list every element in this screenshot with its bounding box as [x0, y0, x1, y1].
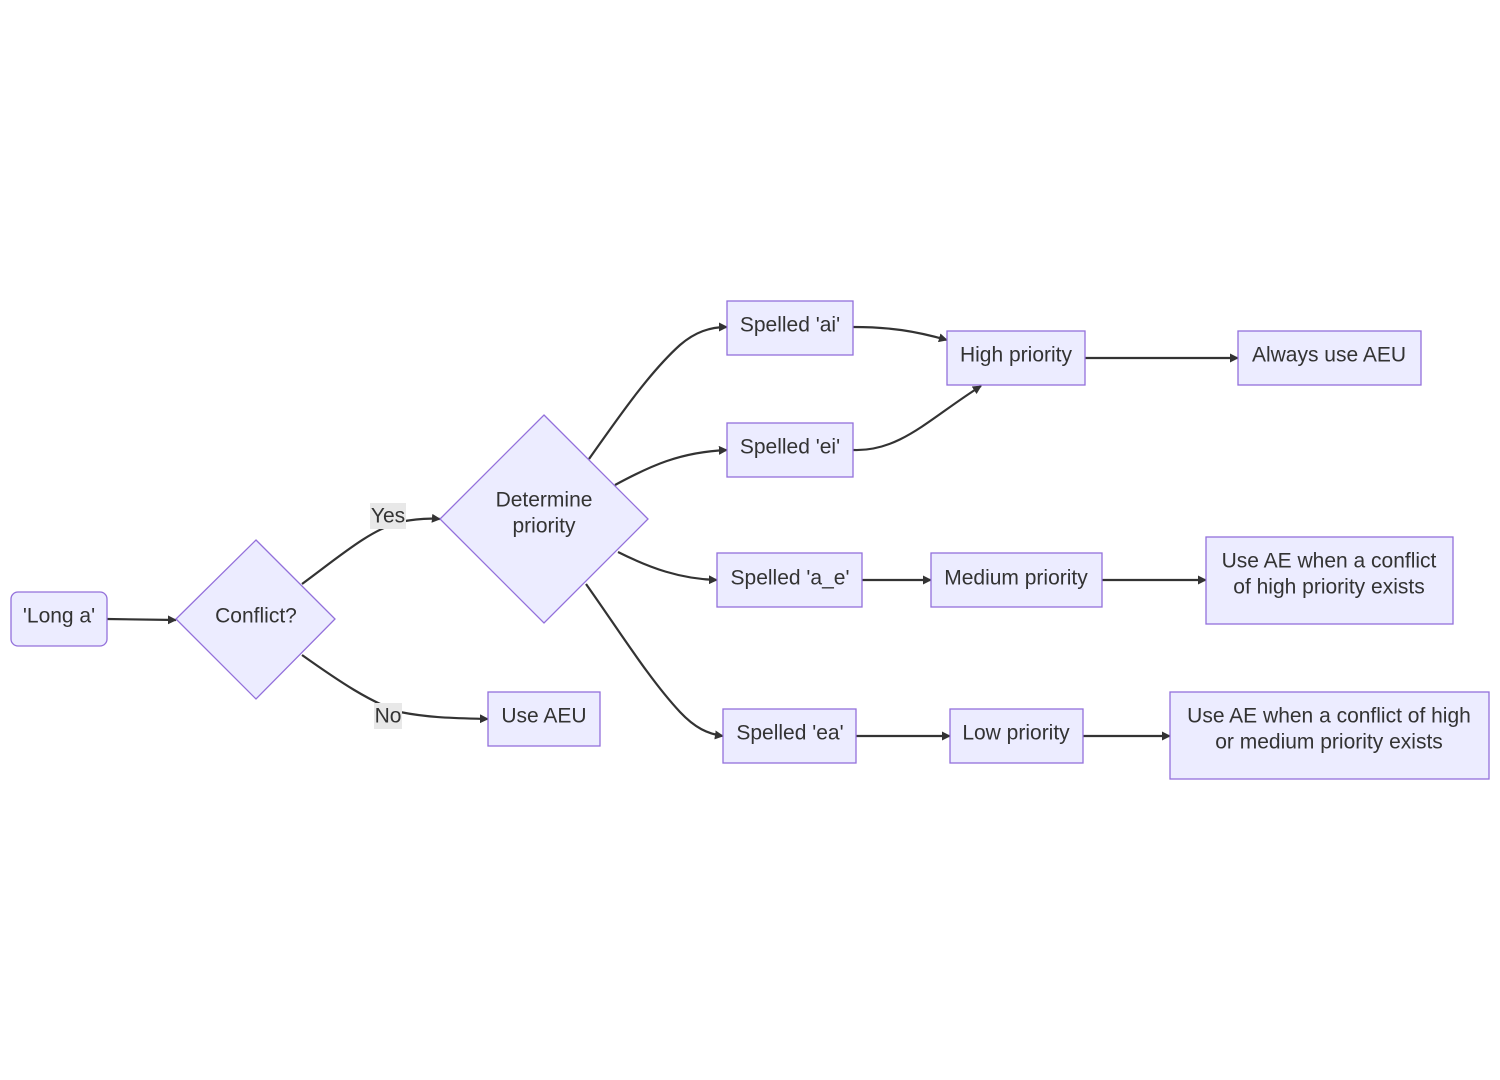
edge-determine-to-spelled-ea [585, 583, 724, 740]
node-conflict-label: Conflict? [215, 605, 297, 628]
node-low-priority-label: Low priority [962, 722, 1070, 745]
flowchart-canvas: Yes No 'Long a' Conflict? Determine prio… [10, 300, 1490, 780]
node-always-use-aeu[interactable]: Always use AEU [1237, 330, 1422, 386]
edge-label-yes-text: Yes [371, 505, 405, 528]
node-spelled-a-e-label: Spelled 'a_e' [731, 567, 850, 590]
node-high-priority[interactable]: High priority [946, 330, 1086, 386]
node-use-aeu[interactable]: Use AEU [487, 691, 601, 747]
node-medium-priority-label: Medium priority [944, 567, 1088, 590]
node-high-priority-label: High priority [960, 344, 1073, 367]
node-spelled-ea[interactable]: Spelled 'ea' [722, 708, 857, 764]
node-determine-priority-decision[interactable]: Determine priority [439, 414, 649, 624]
node-determine-label-line1: Determine [496, 489, 593, 512]
node-use-ae-high-label-line1: Use AE when a conflict [1222, 550, 1437, 573]
edge-label-no-text: No [375, 705, 402, 728]
edge-label-no: No [374, 703, 402, 729]
edge-determine-to-spelled-a-e [617, 551, 718, 585]
node-long-a-label: 'Long a' [23, 605, 95, 628]
node-determine-label-line2: priority [512, 515, 576, 538]
node-use-ae-high-medium[interactable]: Use AE when a conflict of high or medium… [1169, 691, 1490, 780]
edge-determine-to-spelled-ei [614, 445, 728, 486]
edge-determine-to-spelled-ai [588, 322, 728, 460]
node-spelled-ea-label: Spelled 'ea' [736, 722, 843, 745]
edge-spelled-ei-to-high [852, 385, 982, 452]
node-use-aeu-label: Use AEU [501, 705, 586, 728]
edge-spelled-ai-to-high [852, 325, 948, 343]
node-use-ae-high[interactable]: Use AE when a conflict of high priority … [1205, 536, 1454, 625]
edge-start-to-conflict [106, 615, 177, 625]
node-use-ae-high-label-line2: of high priority exists [1233, 576, 1424, 599]
node-spelled-ai[interactable]: Spelled 'ai' [726, 300, 854, 356]
node-spelled-ai-label: Spelled 'ai' [740, 314, 840, 337]
node-long-a[interactable]: 'Long a' [10, 591, 108, 647]
edge-label-yes: Yes [370, 503, 406, 529]
node-spelled-a-e[interactable]: Spelled 'a_e' [716, 552, 863, 608]
node-use-ae-high-medium-label-line2: or medium priority exists [1215, 731, 1443, 754]
node-spelled-ei-label: Spelled 'ei' [740, 436, 840, 459]
node-low-priority[interactable]: Low priority [949, 708, 1084, 764]
node-use-ae-high-medium-label-line1: Use AE when a conflict of high [1187, 705, 1471, 728]
node-conflict-decision[interactable]: Conflict? [175, 539, 336, 700]
node-always-use-aeu-label: Always use AEU [1252, 344, 1406, 367]
node-spelled-ei[interactable]: Spelled 'ei' [726, 422, 854, 478]
node-medium-priority[interactable]: Medium priority [930, 552, 1103, 608]
